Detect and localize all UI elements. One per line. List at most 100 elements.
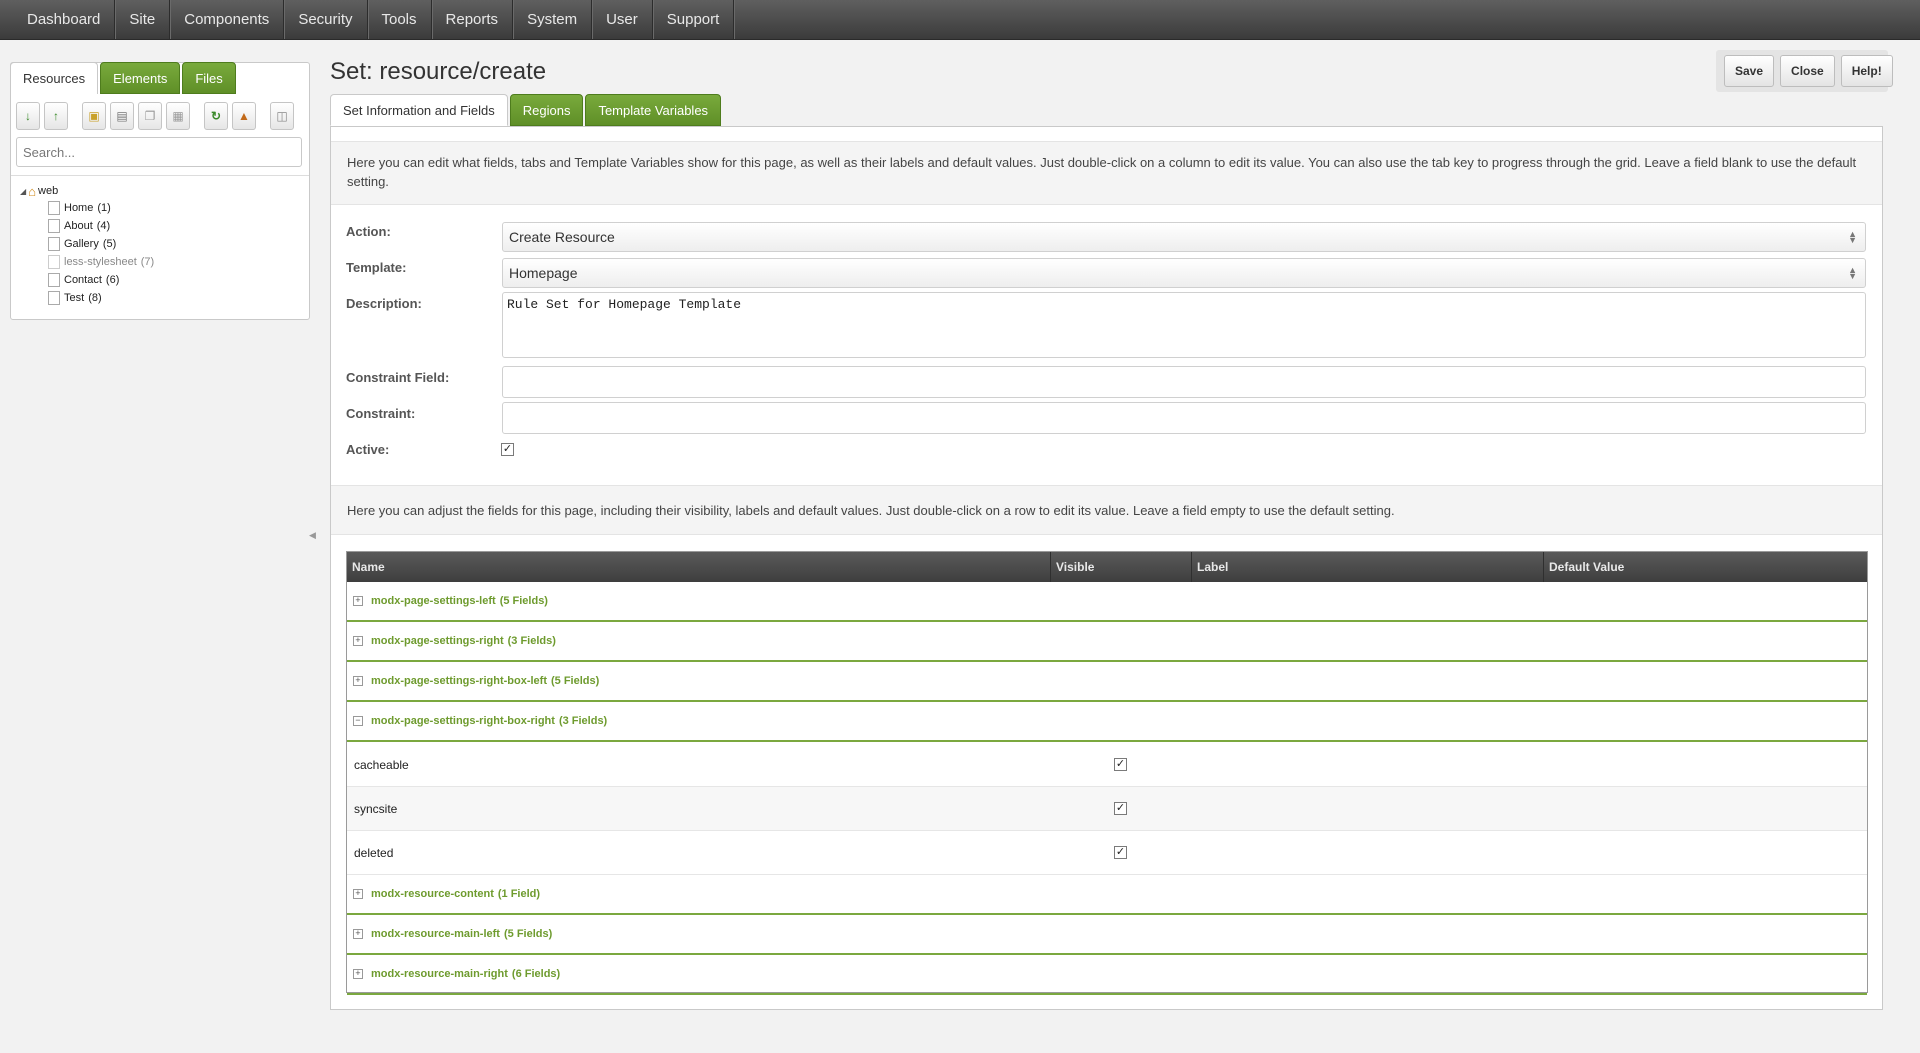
- nav-dashboard[interactable]: Dashboard: [13, 0, 116, 39]
- fields-intro-text: Here you can adjust the fields for this …: [331, 485, 1882, 535]
- tab-set-information[interactable]: Set Information and Fields: [330, 94, 508, 126]
- page-icon: [48, 219, 60, 233]
- group-row[interactable]: + modx-resource-content (1 Field): [347, 875, 1867, 915]
- nav-components[interactable]: Components: [170, 0, 285, 39]
- main-tabs: Set Information and Fields Regions Templ…: [330, 94, 722, 126]
- page-icon: [48, 237, 60, 251]
- publish-icon[interactable]: ▲: [232, 102, 256, 130]
- tree-item-contact[interactable]: Contact (6): [20, 271, 154, 289]
- tree-divider: [11, 175, 309, 176]
- top-navigation: Dashboard Site Components Security Tools…: [0, 0, 1920, 40]
- action-label: Action:: [346, 224, 391, 239]
- new-symlink-icon[interactable]: ❐: [138, 102, 162, 130]
- field-name: deleted: [354, 845, 394, 860]
- visible-checkbox[interactable]: ✓: [1114, 846, 1127, 859]
- column-name[interactable]: Name: [347, 552, 1051, 582]
- nav-support[interactable]: Support: [653, 0, 735, 39]
- tab-regions[interactable]: Regions: [509, 94, 584, 126]
- tree-item-about[interactable]: About (4): [20, 217, 154, 235]
- group-row[interactable]: + modx-page-settings-right (3 Fields): [347, 622, 1867, 662]
- save-button[interactable]: Save: [1724, 55, 1775, 87]
- expand-plus-icon[interactable]: +: [353, 929, 363, 939]
- collapse-minus-icon[interactable]: −: [353, 716, 363, 726]
- sort-down-icon[interactable]: ↓: [16, 102, 40, 130]
- tree-item-home[interactable]: Home (1): [20, 199, 154, 217]
- template-select[interactable]: Homepage ▲ ▼: [502, 258, 1866, 288]
- visible-checkbox[interactable]: ✓: [1114, 758, 1127, 771]
- constraint-field-label: Constraint Field:: [346, 370, 450, 385]
- grid-header: Name Visible Label Default Value: [347, 552, 1867, 582]
- sort-up-icon[interactable]: ↑: [44, 102, 68, 130]
- collapse-panel-handle[interactable]: ◀: [309, 530, 316, 560]
- help-button[interactable]: Help!: [1840, 55, 1893, 87]
- trash-icon[interactable]: ◫: [270, 102, 294, 130]
- tree-item-test[interactable]: Test (8): [20, 289, 154, 307]
- constraint-field-input[interactable]: [502, 366, 1866, 398]
- field-name: syncsite: [354, 801, 398, 816]
- tab-template-variables[interactable]: Template Variables: [585, 94, 722, 126]
- nav-system[interactable]: System: [513, 0, 593, 39]
- select-arrows-icon: ▲ ▼: [1848, 265, 1857, 281]
- action-select-value: Create Resource: [509, 229, 615, 245]
- action-buttons: Save Close Help!: [1716, 50, 1893, 92]
- expand-plus-icon[interactable]: +: [353, 969, 363, 979]
- field-row-deleted[interactable]: deleted ✓: [347, 831, 1867, 875]
- tree-search-input[interactable]: [16, 137, 302, 167]
- new-folder-icon[interactable]: ▣: [82, 102, 106, 130]
- tree-root-web[interactable]: ◢ ⌂ web: [20, 183, 154, 199]
- form-intro-text: Here you can edit what fields, tabs and …: [331, 141, 1882, 205]
- fields-grid: Name Visible Label Default Value + modx-…: [346, 551, 1868, 995]
- tree-expand-icon[interactable]: ◢: [20, 187, 26, 196]
- field-row-cacheable[interactable]: cacheable ✓: [347, 743, 1867, 787]
- tree-item-less-stylesheet[interactable]: less-stylesheet (7): [20, 253, 154, 271]
- home-icon: ⌂: [28, 183, 37, 199]
- group-row-expanded[interactable]: − modx-page-settings-right-box-right (3 F…: [347, 702, 1867, 742]
- tab-resources[interactable]: Resources: [10, 62, 99, 94]
- column-default-value[interactable]: Default Value: [1544, 552, 1867, 582]
- group-row[interactable]: + modx-page-settings-right-box-left (5 Fi…: [347, 662, 1867, 702]
- nav-tools[interactable]: Tools: [368, 0, 432, 39]
- expand-plus-icon[interactable]: +: [353, 889, 363, 899]
- tree-root-label: web: [38, 185, 59, 197]
- constraint-input[interactable]: [502, 402, 1866, 434]
- active-label: Active:: [346, 442, 390, 457]
- visible-checkbox[interactable]: ✓: [1114, 802, 1127, 815]
- tree-item-gallery[interactable]: Gallery (5): [20, 235, 154, 253]
- field-name: cacheable: [354, 757, 409, 772]
- new-weblink-icon[interactable]: ▤: [110, 102, 134, 130]
- page-icon: [48, 255, 60, 269]
- tab-files[interactable]: Files: [182, 62, 236, 94]
- template-label: Template:: [346, 260, 407, 275]
- constraint-label: Constraint:: [346, 406, 416, 421]
- description-textarea[interactable]: Rule Set for Homepage Template: [502, 292, 1866, 358]
- nav-security[interactable]: Security: [284, 0, 368, 39]
- expand-plus-icon[interactable]: +: [353, 636, 363, 646]
- new-static-icon[interactable]: ▦: [166, 102, 190, 130]
- tab-elements[interactable]: Elements: [100, 62, 181, 94]
- nav-user[interactable]: User: [592, 0, 653, 39]
- page-title: Set: resource/create: [330, 58, 547, 85]
- group-row[interactable]: + modx-resource-main-left (5 Fields): [347, 915, 1867, 955]
- page-icon: [48, 291, 60, 305]
- left-panel-tabs: Resources Elements Files: [10, 62, 236, 94]
- field-row-syncsite[interactable]: syncsite ✓: [347, 787, 1867, 831]
- description-label: Description:: [346, 296, 422, 311]
- select-arrows-icon: ▲ ▼: [1848, 229, 1857, 245]
- resource-tree: ◢ ⌂ web Home (1) About (4) Gallery (5) less…: [20, 183, 154, 307]
- expand-plus-icon[interactable]: +: [353, 676, 363, 686]
- column-label[interactable]: Label: [1192, 552, 1544, 582]
- page-icon: [48, 201, 60, 215]
- nav-site[interactable]: Site: [115, 0, 171, 39]
- nav-reports[interactable]: Reports: [432, 0, 514, 39]
- refresh-icon[interactable]: ↻: [204, 102, 228, 130]
- group-row[interactable]: + modx-resource-main-right (6 Fields): [347, 955, 1867, 995]
- page-icon: [48, 273, 60, 287]
- template-select-value: Homepage: [509, 265, 578, 281]
- tree-toolbar: ↓ ↑ ▣ ▤ ❐ ▦ ↻ ▲ ◫: [16, 102, 294, 130]
- close-button[interactable]: Close: [1780, 55, 1835, 87]
- expand-plus-icon[interactable]: +: [353, 596, 363, 606]
- column-visible[interactable]: Visible: [1051, 552, 1192, 582]
- active-checkbox[interactable]: ✓: [501, 443, 514, 456]
- group-row[interactable]: + modx-page-settings-left (5 Fields): [347, 582, 1867, 622]
- action-select[interactable]: Create Resource ▲ ▼: [502, 222, 1866, 252]
